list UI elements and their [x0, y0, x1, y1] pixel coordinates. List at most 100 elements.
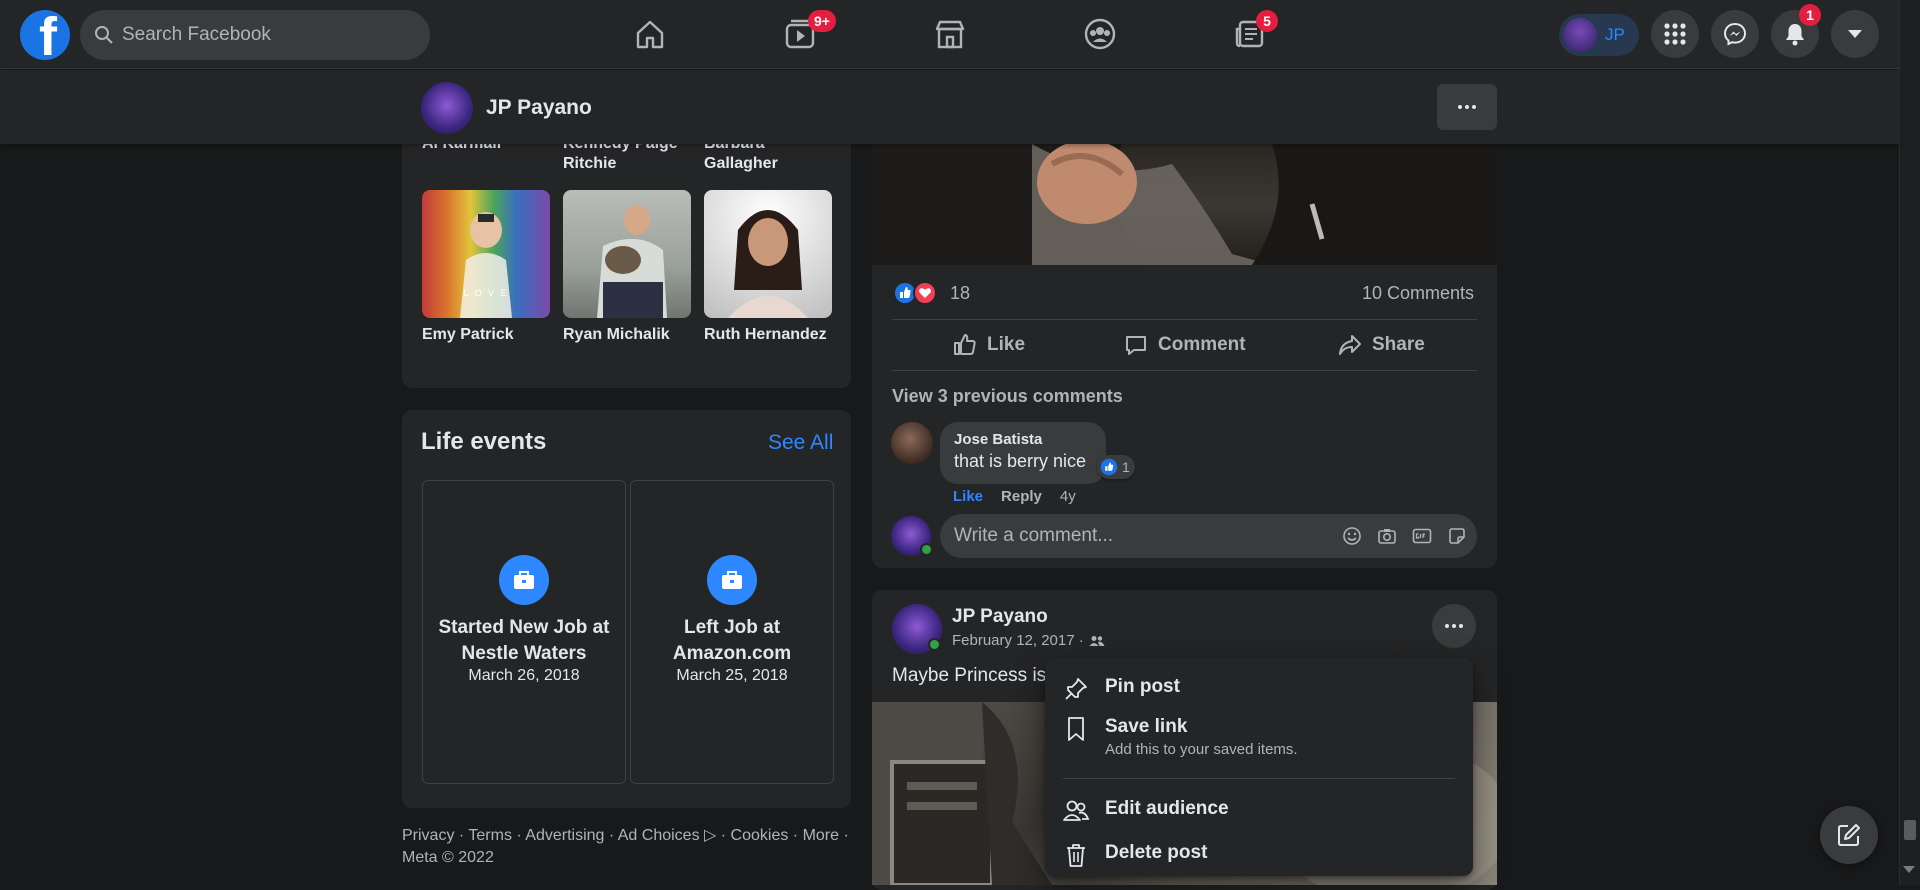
- home-icon: [636, 20, 664, 49]
- menu-item-label: Edit audience: [1105, 798, 1229, 819]
- comment-like-link[interactable]: Like: [953, 488, 983, 505]
- share-icon: [1339, 335, 1361, 355]
- marketplace-nav-button[interactable]: [928, 14, 972, 54]
- comment-author[interactable]: Jose Batista: [954, 431, 1092, 448]
- comment-bubble: Jose Batista that is berry nice: [940, 422, 1106, 484]
- friend-photo[interactable]: L O V E: [422, 190, 550, 318]
- top-navigation-bar: f Search Facebook 9+ 5 JP 1: [0, 0, 1899, 69]
- post-photo-image: [872, 144, 1497, 265]
- emoji-icon[interactable]: [1342, 526, 1362, 546]
- post-options-button[interactable]: [1432, 604, 1476, 648]
- life-event-title: Left Job at Amazon.com: [672, 617, 792, 664]
- menu-divider: [1063, 778, 1455, 779]
- friend-photo-caption: L O V E: [463, 288, 509, 298]
- share-button[interactable]: Share: [1338, 330, 1425, 360]
- bell-icon: [1786, 24, 1804, 46]
- comment-input[interactable]: Write a comment...: [940, 514, 1477, 558]
- profile-shortcut-button[interactable]: JP: [1559, 14, 1639, 56]
- profile-sticky-bar: JP Payano: [0, 70, 1899, 144]
- new-message-button[interactable]: [1820, 806, 1878, 864]
- delete-post-menu-item[interactable]: Delete post: [1061, 840, 1207, 870]
- store-icon: [935, 20, 965, 49]
- post-photo[interactable]: [872, 144, 1497, 265]
- avatar: [1563, 18, 1597, 52]
- account-button[interactable]: [1831, 10, 1879, 58]
- avatar[interactable]: [421, 82, 473, 134]
- post-author[interactable]: JP Payano: [952, 606, 1048, 628]
- like-label: Like: [987, 334, 1026, 355]
- friends-audience-icon[interactable]: [1089, 635, 1105, 647]
- sticker-icon[interactable]: [1447, 526, 1467, 546]
- post-timestamp: February 12, 2017 ·: [952, 632, 1105, 649]
- gaming-nav-button[interactable]: 5: [1228, 10, 1278, 54]
- edit-audience-menu-item[interactable]: Edit audience: [1061, 796, 1229, 826]
- grid-menu-icon: [1664, 23, 1686, 45]
- thumbs-up-icon: [954, 334, 976, 355]
- facebook-logo[interactable]: f: [20, 10, 70, 60]
- comment-button[interactable]: Comment: [1124, 330, 1246, 360]
- post-text: Maybe Princess is a: [892, 665, 1063, 686]
- compose-icon: [1838, 824, 1860, 846]
- more-dots-icon: [1445, 624, 1463, 628]
- pin-icon: [1061, 674, 1091, 704]
- profile-name[interactable]: JP Payano: [486, 96, 592, 120]
- facebook-logo-letter: f: [39, 10, 57, 60]
- comment-text: that is berry nice: [954, 451, 1087, 471]
- friend-name[interactable]: Emy Patrick: [422, 325, 514, 345]
- comment-label: Comment: [1158, 334, 1246, 355]
- life-event-date: March 25, 2018: [676, 667, 788, 684]
- menu-button[interactable]: [1651, 10, 1699, 58]
- friend-name[interactable]: Ryan Michalik: [563, 325, 670, 345]
- comment-icon: [1126, 336, 1146, 355]
- search-input[interactable]: Search Facebook: [80, 10, 430, 60]
- search-icon: [95, 26, 113, 44]
- friend-photo-image: [460, 212, 512, 318]
- gif-icon[interactable]: [1412, 526, 1432, 546]
- notifications-button[interactable]: 1: [1771, 4, 1821, 58]
- post-date[interactable]: February 12, 2017 ·: [952, 632, 1084, 649]
- footer-links[interactable]: Privacy · Terms · Advertising · Ad Choic…: [402, 825, 849, 869]
- comments-count[interactable]: 10 Comments: [1362, 283, 1474, 304]
- friend-photo[interactable]: [563, 190, 691, 318]
- friend-name[interactable]: Ruth Hernandez: [704, 325, 827, 345]
- life-event-item[interactable]: Started New Job at Nestle Waters March 2…: [422, 480, 626, 784]
- see-all-link[interactable]: See All: [768, 431, 833, 455]
- comment-timestamp[interactable]: 4y: [1060, 488, 1076, 505]
- camera-icon[interactable]: [1377, 526, 1397, 546]
- comment-input-placeholder: Write a comment...: [954, 525, 1114, 546]
- caret-down-icon: [1848, 30, 1862, 38]
- profile-more-button[interactable]: [1437, 84, 1497, 130]
- messenger-button[interactable]: [1711, 10, 1759, 58]
- comment-reactions[interactable]: 1: [1097, 455, 1135, 479]
- online-indicator: [920, 543, 933, 556]
- view-previous-comments-link[interactable]: View 3 previous comments: [892, 386, 1123, 407]
- life-event-item[interactable]: Left Job at Amazon.com March 25, 2018: [630, 480, 834, 784]
- comment-reaction-count: 1: [1122, 459, 1130, 475]
- reaction-count[interactable]: 18: [950, 283, 970, 304]
- friend-photo[interactable]: [704, 190, 832, 318]
- briefcase-icon: [499, 555, 549, 605]
- watch-nav-button[interactable]: 9+: [778, 10, 836, 54]
- like-button[interactable]: Like: [953, 330, 1025, 360]
- online-indicator: [928, 638, 941, 651]
- scrollbar-thumb[interactable]: [1904, 820, 1916, 840]
- page-scrollbar[interactable]: [1899, 0, 1920, 885]
- groups-nav-button[interactable]: [1078, 14, 1122, 54]
- share-label: Share: [1372, 334, 1425, 355]
- avatar[interactable]: [891, 422, 933, 464]
- home-nav-button[interactable]: [628, 14, 672, 54]
- save-link-menu-item[interactable]: Save link Add this to your saved items.: [1061, 714, 1298, 758]
- life-event-title: Started New Job at Nestle Waters: [438, 617, 610, 664]
- pin-post-menu-item[interactable]: Pin post: [1061, 674, 1180, 704]
- footer-links-line[interactable]: Privacy · Terms · Advertising · Ad Choic…: [402, 825, 849, 847]
- groups-icon: [1084, 18, 1116, 50]
- trash-icon: [1061, 840, 1091, 870]
- divider: [892, 370, 1477, 371]
- friend-photo-image: [728, 210, 808, 318]
- divider: [892, 319, 1477, 320]
- menu-item-label: Pin post: [1105, 676, 1180, 697]
- profile-initials: JP: [1605, 25, 1625, 44]
- comment-reply-link[interactable]: Reply: [1001, 488, 1042, 505]
- people-icon: [1061, 796, 1091, 826]
- scroll-down-arrow-icon[interactable]: [1903, 866, 1915, 873]
